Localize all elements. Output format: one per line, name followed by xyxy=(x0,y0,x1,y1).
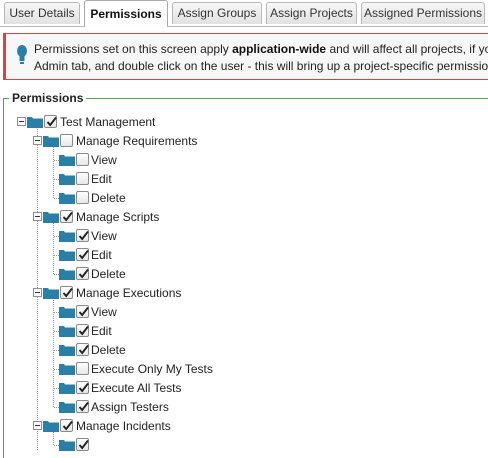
permission-checkbox[interactable] xyxy=(76,305,89,318)
permission-checkbox[interactable] xyxy=(76,229,89,242)
permission-checkbox[interactable] xyxy=(60,210,73,223)
folder-icon xyxy=(59,401,75,413)
permission-checkbox[interactable] xyxy=(60,134,73,147)
tree-node-label: Delete xyxy=(91,267,126,281)
permission-checkbox[interactable] xyxy=(44,115,57,128)
permission-checkbox[interactable] xyxy=(76,381,89,394)
tree-node[interactable]: Execute All Tests xyxy=(0,379,488,397)
folder-icon xyxy=(59,230,75,242)
tree-node-label: Delete xyxy=(91,343,126,357)
tree-node[interactable]: Manage Executions xyxy=(0,284,488,302)
tree-node[interactable]: Edit xyxy=(0,246,488,264)
permission-checkbox[interactable] xyxy=(76,248,89,261)
tree-node-label: View xyxy=(91,305,117,319)
folder-icon xyxy=(43,211,59,223)
tree-node[interactable]: Manage Scripts xyxy=(0,208,488,226)
tab-permissions[interactable]: Permissions xyxy=(84,0,168,27)
tree-node-label: Manage Executions xyxy=(76,286,182,300)
tree-node-label: Delete xyxy=(91,191,126,205)
tree-node-label: Execute All Tests xyxy=(91,381,182,395)
collapse-toggle-icon[interactable] xyxy=(33,136,42,145)
folder-icon xyxy=(59,192,75,204)
folder-icon xyxy=(59,249,75,261)
tree-node[interactable]: Edit xyxy=(0,322,488,340)
tree-node-label: Edit xyxy=(91,172,112,186)
collapse-toggle-icon[interactable] xyxy=(33,212,42,221)
permission-checkbox[interactable] xyxy=(76,438,89,451)
tree-node[interactable]: Delete xyxy=(0,189,488,207)
tree-node-label: View xyxy=(91,153,117,167)
collapse-toggle-icon[interactable] xyxy=(33,288,42,297)
permission-checkbox[interactable] xyxy=(76,153,89,166)
folder-icon xyxy=(59,173,75,185)
permission-checkbox[interactable] xyxy=(76,324,89,337)
folder-icon xyxy=(43,420,59,432)
tree-node-label: Edit xyxy=(91,324,112,338)
permission-checkbox[interactable] xyxy=(76,343,89,356)
folder-icon xyxy=(59,439,75,451)
tree-node-label: Assign Testers xyxy=(91,400,169,414)
tree-node[interactable]: View xyxy=(0,151,488,169)
folder-icon xyxy=(59,268,75,280)
permission-checkbox[interactable] xyxy=(76,400,89,413)
tree-node[interactable]: Assign Testers xyxy=(0,398,488,416)
tree-node-label: Manage Incidents xyxy=(76,419,171,433)
collapse-toggle-icon[interactable] xyxy=(17,117,26,126)
folder-icon xyxy=(59,306,75,318)
folder-icon xyxy=(59,344,75,356)
permission-checkbox[interactable] xyxy=(76,172,89,185)
folder-icon xyxy=(59,363,75,375)
tree-node-label: Edit xyxy=(91,248,112,262)
tree-node[interactable]: Delete xyxy=(0,265,488,283)
tree-node[interactable] xyxy=(0,436,488,454)
tree-node-label: Execute Only My Tests xyxy=(91,362,213,376)
folder-icon xyxy=(43,287,59,299)
permission-checkbox[interactable] xyxy=(60,286,73,299)
tree-node-label: Manage Scripts xyxy=(76,210,160,224)
folder-icon xyxy=(59,154,75,166)
permissions-tree: Test Management Manage Requirements View Ed… xyxy=(0,0,488,451)
folder-icon xyxy=(43,135,59,147)
tree-node[interactable]: Manage Requirements xyxy=(0,132,488,150)
tree-node[interactable]: Manage Incidents xyxy=(0,417,488,435)
tree-node-label: View xyxy=(91,229,117,243)
folder-icon xyxy=(59,382,75,394)
permission-checkbox[interactable] xyxy=(60,419,73,432)
tree-node[interactable]: Execute Only My Tests xyxy=(0,360,488,378)
permission-checkbox[interactable] xyxy=(76,267,89,280)
folder-icon xyxy=(59,325,75,337)
tree-node-label: Manage Requirements xyxy=(76,134,198,148)
folder-icon xyxy=(27,116,43,128)
tree-node[interactable]: Edit xyxy=(0,170,488,188)
tree-node[interactable]: Delete xyxy=(0,341,488,359)
tree-node-label: Test Management xyxy=(60,115,156,129)
permission-checkbox[interactable] xyxy=(76,191,89,204)
permission-checkbox[interactable] xyxy=(76,362,89,375)
collapse-toggle-icon[interactable] xyxy=(33,421,42,430)
tree-node[interactable]: View xyxy=(0,227,488,245)
tree-node[interactable]: Test Management xyxy=(0,113,488,131)
tree-node[interactable]: View xyxy=(0,303,488,321)
